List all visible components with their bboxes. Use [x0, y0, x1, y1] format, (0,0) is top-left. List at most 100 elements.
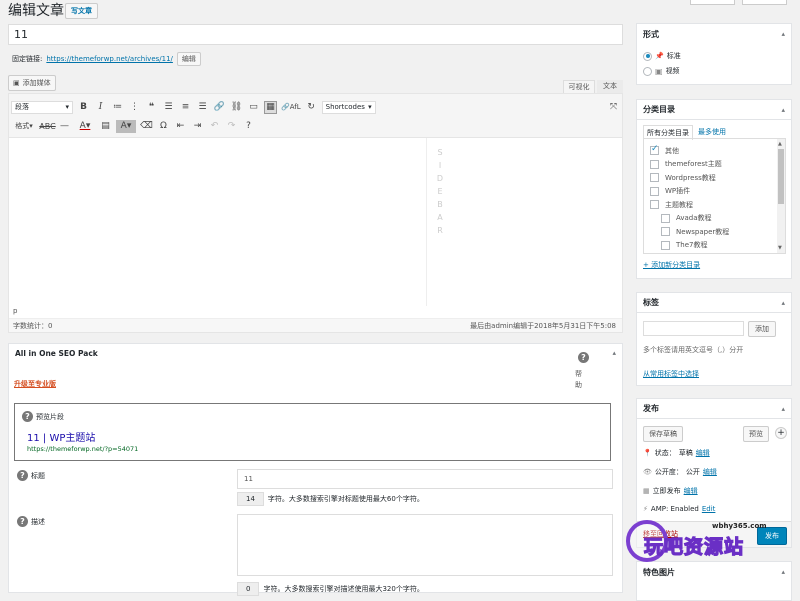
numbered-list-icon[interactable]: ⋮ [128, 101, 141, 114]
format-standard[interactable]: 📌 标准 [643, 51, 681, 61]
video-icon: ▣ [655, 66, 663, 76]
align-left-icon[interactable]: ☰ [162, 101, 175, 114]
desc-count-text: 字符。大多数搜索引擎对描述使用最大320个字符。 [263, 585, 424, 593]
caret-down-icon: ▾ [65, 103, 69, 111]
edit-permalink-button[interactable]: 编辑 [176, 52, 201, 66]
amp-edit-link[interactable]: Edit [702, 505, 716, 513]
collapse-arrow-icon[interactable]: ▴ [781, 568, 785, 576]
scroll-down-icon[interactable]: ▼ [778, 245, 782, 251]
collapse-arrow-icon[interactable]: ▴ [781, 405, 785, 413]
refresh-icon[interactable]: ↻ [305, 101, 318, 114]
checkbox-checked-icon[interactable] [650, 144, 659, 156]
add-category-link[interactable]: + 添加新分类目录 [643, 260, 700, 270]
format-select[interactable]: 段落 ▾ [11, 100, 73, 114]
bg-color-icon[interactable]: A▾ [116, 119, 136, 133]
last-edited: 最后由admin编辑于2018年5月31日下午5:08 [470, 322, 616, 330]
plus-icon[interactable]: + [775, 427, 787, 439]
checkbox-icon[interactable] [661, 227, 670, 237]
checkbox-icon[interactable] [650, 200, 659, 210]
save-draft-button[interactable]: 保存草稿 [643, 426, 683, 442]
checkbox-icon[interactable] [661, 213, 670, 223]
sidebar-placeholder: SIDEBAR [435, 146, 445, 237]
help-tab[interactable] [742, 0, 787, 5]
editor-content[interactable] [9, 138, 426, 306]
publish-box-title: 发布 [643, 404, 659, 413]
collapse-arrow-icon[interactable]: ▴ [612, 349, 616, 357]
italic-icon[interactable]: I [94, 101, 107, 114]
radio-checked-icon[interactable] [643, 51, 652, 61]
indent-icon[interactable]: ⇥ [191, 120, 204, 133]
help-icon[interactable]: ? [242, 120, 255, 133]
help-circle-icon[interactable]: ? [578, 352, 589, 363]
add-tag-button[interactable]: 添加 [748, 321, 776, 337]
text-color-icon[interactable]: A▾ [75, 120, 95, 133]
choose-tags-link[interactable]: 从常用标签中选择 [643, 369, 699, 379]
add-media-button[interactable]: ▣ 添加媒体 [8, 75, 56, 91]
scroll-up-icon[interactable]: ▲ [778, 141, 782, 147]
clear-format-icon[interactable]: ⌫ [140, 120, 153, 133]
schedule-edit-link[interactable]: 编辑 [684, 486, 698, 496]
category-item[interactable]: 主题教程 [650, 198, 785, 212]
tab-text[interactable]: 文本 [597, 80, 623, 93]
afl-icon[interactable]: 🔗 AfL [281, 101, 301, 114]
format-video[interactable]: ▣ 视频 [643, 66, 680, 76]
align-right-icon[interactable]: ☰ [196, 101, 209, 114]
visibility-edit-link[interactable]: 编辑 [703, 467, 717, 477]
category-item[interactable]: Wordpress教程 [650, 171, 785, 185]
strikethrough-icon[interactable]: ABC [39, 120, 55, 133]
seo-title-input[interactable]: 11 [237, 469, 613, 489]
fullscreen-icon[interactable]: ⤧ [607, 100, 620, 113]
seo-title-label: 标题 [31, 471, 45, 480]
checkbox-icon[interactable] [650, 186, 659, 196]
tag-input[interactable] [643, 321, 744, 336]
preview-button[interactable]: 预览 [743, 426, 769, 442]
screen-options-tab[interactable] [690, 0, 735, 5]
align-center-icon[interactable]: ≡ [179, 101, 192, 114]
help-circle-icon[interactable]: ? [22, 411, 33, 422]
read-more-icon[interactable]: ▭ [247, 101, 260, 114]
post-title-input[interactable]: 11 [8, 24, 623, 45]
shortcodes-select[interactable]: Shortcodes ▾ [321, 100, 376, 114]
permalink-url[interactable]: https://themeforwp.net/archives/11/ [46, 55, 173, 63]
category-item[interactable]: WP插件 [650, 185, 785, 199]
seo-panel: All in One SEO Pack ▴ ? 帮助 升级至专业版 ? 预览片段… [8, 343, 623, 596]
bullet-list-icon[interactable]: ≔ [111, 101, 124, 114]
checkbox-icon[interactable] [650, 159, 659, 169]
collapse-arrow-icon[interactable]: ▴ [781, 106, 785, 114]
permalink-label: 固定链接: [12, 55, 43, 63]
checkbox-icon[interactable] [650, 173, 659, 183]
seo-help-link[interactable]: 帮助 [575, 369, 585, 391]
add-new-button[interactable]: 写文章 [65, 3, 98, 19]
category-item[interactable]: Newspaper教程 [650, 225, 785, 239]
help-circle-icon[interactable]: ? [17, 470, 28, 481]
unlink-icon[interactable]: ⛓ [230, 101, 243, 114]
format-menu[interactable]: 格式 ▾ [11, 120, 37, 133]
format-box-title: 形式 [643, 29, 659, 39]
category-item[interactable]: The7教程 [650, 239, 785, 253]
upgrade-link[interactable]: 升级至专业版 [14, 379, 56, 389]
status-edit-link[interactable]: 编辑 [696, 448, 710, 458]
seo-title: All in One SEO Pack [15, 349, 98, 358]
radio-icon[interactable] [643, 66, 652, 76]
horizontal-line-icon[interactable]: — [58, 120, 71, 133]
link-icon[interactable]: 🔗 [213, 101, 226, 114]
toolbar-toggle-icon[interactable]: ▦ [264, 100, 277, 114]
collapse-arrow-icon[interactable]: ▴ [781, 299, 785, 307]
category-scrollbar[interactable]: ▲ ▼ [777, 139, 785, 253]
paste-text-icon[interactable]: ▤ [99, 120, 112, 133]
seo-description-textarea[interactable] [237, 514, 613, 576]
help-circle-icon[interactable]: ? [17, 516, 28, 527]
category-item[interactable]: 其他 [650, 144, 785, 158]
outdent-icon[interactable]: ⇤ [174, 120, 187, 133]
scrollbar-thumb[interactable] [778, 149, 784, 204]
tab-visual[interactable]: 可视化 [563, 80, 595, 93]
redo-icon[interactable]: ↷ [225, 120, 238, 133]
bold-icon[interactable]: B [77, 101, 90, 114]
checkbox-icon[interactable] [661, 240, 670, 250]
blockquote-icon[interactable]: ❝ [145, 101, 158, 114]
category-item[interactable]: Avada教程 [650, 212, 785, 226]
collapse-arrow-icon[interactable]: ▴ [781, 30, 785, 38]
undo-icon[interactable]: ↶ [208, 120, 221, 133]
omega-icon[interactable]: Ω [157, 120, 170, 133]
category-item[interactable]: themeforest主题 [650, 158, 785, 172]
